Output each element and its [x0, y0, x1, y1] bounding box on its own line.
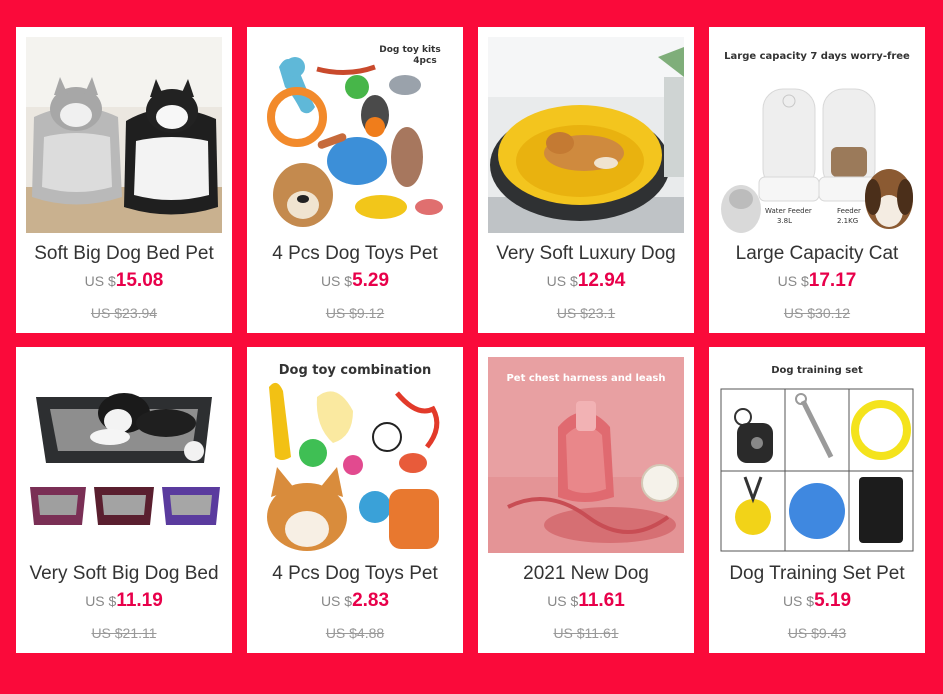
product-image[interactable] [26, 357, 222, 553]
original-price: US $30.12 [783, 305, 851, 321]
product-grid: Soft Big Dog Bed Pet US $15.08 US $23.94 [16, 27, 925, 653]
original-price: US $4.88 [325, 625, 385, 641]
image-caption: Large capacity 7 days worry-free [724, 51, 910, 62]
product-image[interactable]: Dog training set [719, 357, 915, 553]
product-card[interactable]: Pet chest harness and leash 2021 New Dog… [478, 347, 694, 653]
price-amount: 15.08 [115, 270, 164, 291]
husky-dog-bed-photo [26, 37, 222, 233]
original-price: US $23.1 [556, 305, 616, 321]
image-caption: Dog training set [771, 365, 863, 376]
price-amount: 12.94 [577, 270, 626, 291]
original-price: US $11.61 [553, 625, 619, 641]
dog-toy-kit-photo [257, 37, 453, 233]
price-amount: 5.19 [814, 590, 852, 611]
pet-water-feeder-photo [719, 37, 915, 233]
product-title[interactable]: Large Capacity Cat [709, 243, 925, 265]
product-price: US $11.61 [478, 590, 694, 613]
price-amount: 2.83 [352, 590, 390, 611]
product-title[interactable]: 2021 New Dog [478, 563, 694, 585]
price-amount: 11.61 [578, 590, 625, 611]
product-card[interactable]: Very Soft Luxury Dog US $12.94 US $23.1 [478, 27, 694, 333]
price-amount: 17.17 [808, 270, 857, 291]
product-price: US $5.19 [709, 590, 925, 613]
original-price: US $9.12 [325, 305, 385, 321]
original-price: US $9.43 [787, 625, 847, 641]
price-currency: US $ [84, 273, 116, 289]
product-title[interactable]: Very Soft Big Dog Bed [16, 563, 232, 585]
product-card[interactable]: Dog training set Dog Training Set Pet US… [709, 347, 925, 653]
product-price: US $15.08 [16, 270, 232, 293]
dog-training-set-photo [719, 357, 915, 553]
image-caption: Dog toy kits [379, 45, 441, 55]
product-image[interactable] [488, 37, 684, 233]
product-title[interactable]: Dog Training Set Pet [709, 563, 925, 585]
pet-harness-leash-photo [488, 357, 684, 553]
price-currency: US $ [320, 273, 353, 289]
image-caption: Water Feeder [765, 207, 812, 215]
product-price: US $5.29 [247, 270, 463, 293]
price-currency: US $ [85, 593, 117, 609]
price-amount: 11.19 [116, 590, 163, 611]
price-amount: 5.29 [352, 270, 390, 291]
image-caption: 2.1KG [837, 217, 859, 225]
original-price: US $21.11 [91, 625, 157, 641]
product-card[interactable]: Large capacity 7 days worry-free Water F… [709, 27, 925, 333]
rectangle-dog-bed-photo [26, 357, 222, 553]
product-price: US $17.17 [709, 270, 925, 293]
product-title[interactable]: Very Soft Luxury Dog [478, 243, 694, 265]
image-caption: Dog toy combination [278, 363, 432, 378]
price-currency: US $ [320, 593, 353, 609]
price-currency: US $ [547, 593, 579, 609]
price-currency: US $ [546, 273, 578, 289]
product-price: US $12.94 [478, 270, 694, 293]
product-image[interactable]: Large capacity 7 days worry-free Water F… [719, 37, 915, 233]
image-caption: 4pcs [413, 56, 437, 66]
product-card[interactable]: Soft Big Dog Bed Pet US $15.08 US $23.94 [16, 27, 232, 333]
product-image[interactable]: Dog toy combination [257, 357, 453, 553]
product-card[interactable]: Dog toy kits 4pcs 4 Pcs Dog Toys Pet US … [247, 27, 463, 333]
product-title[interactable]: 4 Pcs Dog Toys Pet [247, 243, 463, 265]
product-image[interactable] [26, 37, 222, 233]
product-image[interactable]: Dog toy kits 4pcs [257, 37, 453, 233]
product-title[interactable]: Soft Big Dog Bed Pet [16, 243, 232, 265]
product-image[interactable]: Pet chest harness and leash [488, 357, 684, 553]
product-price: US $2.83 [247, 590, 463, 613]
price-currency: US $ [777, 273, 809, 289]
original-price: US $23.94 [90, 305, 158, 321]
dog-toy-combination-photo [257, 357, 453, 553]
image-caption: Pet chest harness and leash [506, 373, 666, 384]
yellow-round-dog-bed-photo [488, 37, 684, 233]
price-currency: US $ [782, 593, 815, 609]
product-price: US $11.19 [16, 590, 232, 613]
image-caption: 3.8L [777, 217, 793, 225]
image-caption: Feeder [837, 207, 861, 215]
product-title[interactable]: 4 Pcs Dog Toys Pet [247, 563, 463, 585]
product-card[interactable]: Dog toy combination 4 Pcs Dog Toys Pet U… [247, 347, 463, 653]
product-card[interactable]: Very Soft Big Dog Bed US $11.19 US $21.1… [16, 347, 232, 653]
